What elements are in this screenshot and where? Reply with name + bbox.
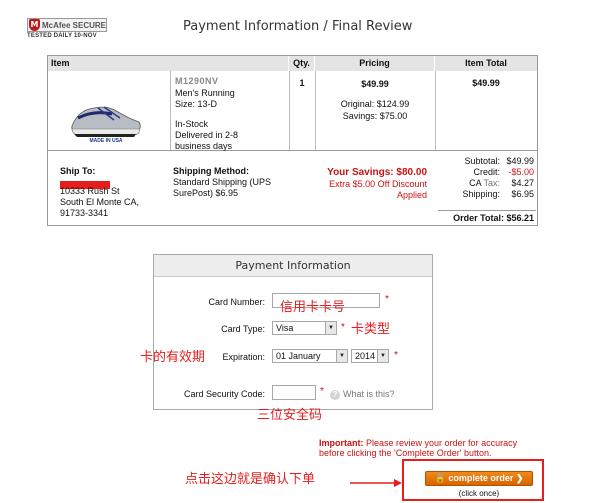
subtotal-label: Subtotal:	[464, 156, 500, 166]
chevron-down-icon: ▼	[325, 322, 336, 334]
order-totals: Subtotal: $49.99 Credit: -$5.00 CA Tax: $4.…	[438, 156, 534, 200]
csc-label: Card Security Code:	[183, 389, 265, 399]
item-stock: In-Stock	[175, 119, 209, 129]
expiration-month-select[interactable]: 01 January ▼	[272, 349, 348, 363]
item-sku[interactable]: M1290NV	[175, 76, 219, 87]
order-total-label: Order Total:	[453, 213, 504, 223]
shipping-method-line2: SurePost) $6.95	[173, 188, 239, 198]
payment-panel-title: Payment Information	[154, 255, 432, 277]
item-size: Size: 13-D	[175, 99, 218, 109]
item-total: $49.99	[472, 78, 500, 88]
annotation-arrow-icon	[350, 479, 402, 487]
lock-icon: 🔒	[434, 473, 446, 483]
order-review-table: Item Qty. Pricing Item Total MADE IN USA…	[47, 55, 538, 226]
tax-label: Tax:	[483, 178, 500, 188]
chevron-down-icon: ▼	[377, 350, 388, 362]
row-divider	[48, 150, 537, 151]
what-is-this-link[interactable]: ? What is this?	[330, 389, 395, 400]
annotation-expiration: 卡的有效期	[140, 350, 206, 365]
important-label: Important:	[319, 438, 364, 448]
ship-address-line3: 91733-3341	[60, 208, 109, 218]
item-original-price: Original: $124.99	[340, 99, 410, 109]
exp-month-value: 01 January	[276, 351, 321, 361]
order-total-value: $56.21	[506, 213, 534, 223]
payment-information-panel: Payment Information Card Number: * Card …	[153, 254, 433, 410]
item-price: $49.99	[361, 79, 389, 89]
card-number-label: Card Number:	[208, 297, 265, 307]
header-qty: Qty.	[289, 56, 315, 71]
shipping-value: $6.95	[511, 189, 534, 199]
mcafee-shield-icon: M	[29, 19, 40, 31]
credit-label: Credit:	[473, 167, 500, 177]
what-is-this-text: What is this?	[343, 389, 395, 399]
running-shoe-image[interactable]	[68, 96, 143, 141]
exp-year-value: 2014	[355, 351, 376, 361]
required-mark: *	[341, 322, 345, 333]
annotation-complete-order: 点击这边就是确认下单	[185, 472, 316, 487]
chevron-down-icon: ▼	[336, 350, 347, 362]
card-type-label: Card Type:	[221, 324, 265, 334]
your-savings-title: Your Savings: $80.00	[327, 167, 427, 178]
csc-input[interactable]	[272, 385, 316, 400]
totals-divider	[438, 210, 536, 211]
complete-order-button[interactable]: 🔒 complete order ❯	[425, 471, 533, 486]
card-type-value: Visa	[276, 323, 294, 333]
annotation-card-number: 信用卡卡号	[280, 300, 346, 315]
required-mark: *	[320, 386, 324, 397]
item-delivery-days: business days	[175, 141, 233, 151]
your-savings-discount: Extra $5.00 Off Discount	[329, 179, 427, 189]
badge-name: McAfee SECURE	[41, 20, 106, 30]
required-mark: *	[385, 294, 389, 305]
badge-subtitle: TESTED DAILY 10-NOV	[27, 33, 97, 39]
important-notice: Important: Please review your order for …	[319, 438, 539, 458]
divider	[170, 71, 171, 150]
click-once-note: (click once)	[458, 489, 500, 498]
annotation-csc: 三位安全码	[257, 408, 323, 423]
tax-value: $4.27	[511, 178, 534, 188]
item-name: Men's Running	[175, 88, 235, 98]
expiration-year-select[interactable]: 2014 ▼	[351, 349, 389, 363]
tax-state: CA	[469, 178, 482, 188]
ship-address-line2: South El Monte CA,	[60, 197, 140, 207]
item-savings: Savings: $75.00	[342, 111, 408, 121]
item-delivery: Delivered in 2-8	[175, 130, 239, 140]
annotation-card-type: 卡类型	[351, 322, 391, 337]
mcafee-secure-badge[interactable]: M McAfee SECURE TESTED DAILY 10-NOV	[27, 18, 107, 42]
shipping-method-label: Shipping Method:	[173, 166, 249, 176]
your-savings-applied: Applied	[396, 190, 427, 200]
complete-order-label: complete order	[448, 473, 514, 483]
made-in-usa-tag: MADE IN USA	[89, 138, 123, 144]
ship-to-label: Ship To:	[60, 166, 96, 176]
header-pricing: Pricing	[315, 56, 435, 71]
card-type-select[interactable]: Visa ▼	[272, 321, 337, 335]
shipping-method-line1: Standard Shipping (UPS	[173, 177, 272, 187]
header-item-total: Item Total	[435, 56, 537, 71]
required-mark: *	[394, 350, 398, 361]
page-title: Payment Information / Final Review	[183, 19, 413, 34]
shipping-label: Shipping:	[462, 189, 500, 199]
question-icon: ?	[330, 390, 340, 400]
header-item: Item	[48, 56, 289, 71]
item-qty: 1	[299, 78, 305, 88]
chevron-right-icon: ❯	[515, 473, 524, 483]
subtotal-value: $49.99	[506, 156, 534, 166]
credit-value: -$5.00	[508, 167, 534, 177]
ship-address-line1: 10333 Rush St	[60, 186, 120, 196]
